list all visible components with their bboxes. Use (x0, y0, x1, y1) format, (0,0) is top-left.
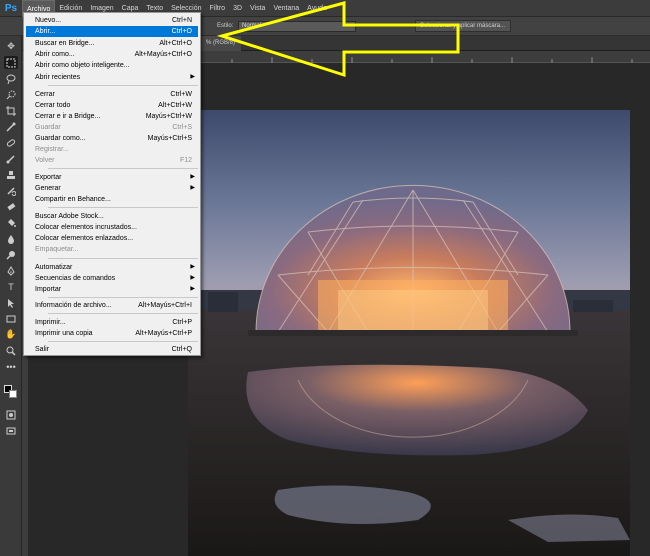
menu-item-imprimir-copia[interactable]: Imprimir una copia Alt+Mayús+Ctrl+P (24, 328, 200, 339)
submenu-arrow-icon: ▶ (190, 74, 195, 80)
rectangle-tool-icon[interactable] (4, 312, 18, 325)
healing-brush-tool-icon[interactable] (4, 136, 18, 149)
menu-item-informacion-archivo[interactable]: Información de archivo... Alt+Mayús+Ctrl+… (24, 300, 200, 311)
style-label: Estilo: (217, 23, 234, 29)
menu-item-compartir-behance[interactable]: Compartir en Behance... (24, 194, 200, 205)
menu-item-registrar[interactable]: Registrar... (24, 144, 200, 155)
menu-item-generar[interactable]: Generar ▶ (24, 183, 200, 194)
menu-item-abrir[interactable]: Abrir... Ctrl+O (26, 26, 198, 37)
screen-mode-icon[interactable] (4, 424, 18, 437)
path-selection-tool-icon[interactable] (4, 296, 18, 309)
menu-ayuda[interactable]: Ayuda (303, 0, 331, 17)
paint-bucket-tool-icon[interactable] (4, 216, 18, 229)
menu-separator (48, 207, 198, 208)
menu-separator (48, 258, 198, 259)
document-image (188, 110, 630, 556)
menu-filtro[interactable]: Filtro (206, 0, 230, 17)
menu-item-salir[interactable]: Salir Ctrl+Q (24, 344, 200, 355)
brush-tool-icon[interactable] (4, 152, 18, 165)
menu-item-automatizar[interactable]: Automatizar ▶ (24, 262, 200, 273)
menu-item-abrir-objeto-inteligente[interactable]: Abrir como objeto inteligente... (24, 60, 200, 71)
history-brush-tool-icon[interactable] (4, 184, 18, 197)
menu-item-abrir-como[interactable]: Abrir como... Alt+Mayús+Ctrl+O (24, 49, 200, 60)
quick-mask-icon[interactable] (4, 408, 18, 421)
menu-item-exportar[interactable]: Exportar ▶ (24, 172, 200, 183)
submenu-arrow-icon: ▶ (190, 275, 195, 281)
photoshop-logo: Ps (4, 2, 18, 14)
menu-item-volver[interactable]: Volver F12 (24, 155, 200, 166)
select-and-mask-button[interactable]: Seleccionar y aplicar máscara... (415, 20, 511, 32)
menu-item-cerrar-ir-bridge[interactable]: Cerrar e ir a Bridge... Mayús+Ctrl+W (24, 111, 200, 122)
menu-item-empaquetar[interactable]: Empaquetar... (24, 244, 200, 255)
menu-item-colocar-enlazados[interactable]: Colocar elementos enlazados... (24, 233, 200, 244)
blur-tool-icon[interactable] (4, 232, 18, 245)
menu-item-cerrar-todo[interactable]: Cerrar todo Alt+Ctrl+W (24, 100, 200, 111)
menu-separator (48, 297, 198, 298)
menu-item-buscar-adobe-stock[interactable]: Buscar Adobe Stock... (24, 211, 200, 222)
crop-tool-icon[interactable] (4, 104, 18, 117)
menu-item-imprimir[interactable]: Imprimir... Ctrl+P (24, 317, 200, 328)
menu-ventana[interactable]: Ventana (269, 0, 303, 17)
menu-item-guardar-como[interactable]: Guardar como... Mayús+Ctrl+S (24, 133, 200, 144)
zoom-tool-icon[interactable] (4, 344, 18, 357)
submenu-arrow-icon: ▶ (190, 174, 195, 180)
submenu-arrow-icon: ▶ (190, 264, 195, 270)
clone-stamp-tool-icon[interactable] (4, 168, 18, 181)
menu-separator (48, 85, 198, 86)
file-menu-dropdown: Nuevo... Ctrl+N Abrir... Ctrl+O Buscar en … (23, 12, 201, 356)
document-tab-label: % (RGB/8) (206, 40, 236, 46)
quick-selection-tool-icon[interactable] (4, 88, 18, 101)
type-tool-icon[interactable]: T (4, 280, 18, 293)
menu-vista[interactable]: Vista (246, 0, 269, 17)
menu-item-nuevo[interactable]: Nuevo... Ctrl+N (24, 15, 200, 26)
menu-separator (48, 313, 198, 314)
pen-tool-icon[interactable] (4, 264, 18, 277)
document-tab[interactable]: % (RGB/8) (200, 36, 242, 51)
submenu-arrow-icon: ▶ (190, 185, 195, 191)
menu-item-abrir-recientes[interactable]: Abrir recientes ▶ (24, 72, 200, 83)
background-color-swatch[interactable] (9, 390, 17, 398)
menu-separator (48, 341, 198, 342)
style-select[interactable]: Normal (238, 21, 356, 32)
marquee-tool-icon[interactable] (4, 56, 18, 69)
menu-item-buscar-bridge[interactable]: Buscar en Bridge... Alt+Ctrl+O (24, 38, 200, 49)
menu-item-secuencias-comandos[interactable]: Secuencias de comandos ▶ (24, 273, 200, 284)
menu-separator (48, 168, 198, 169)
submenu-arrow-icon: ▶ (190, 286, 195, 292)
menu-item-cerrar[interactable]: Cerrar Ctrl+W (24, 89, 200, 100)
eyedropper-tool-icon[interactable] (4, 120, 18, 133)
more-tools-icon[interactable]: ••• (4, 360, 18, 373)
menu-item-colocar-incrustados[interactable]: Colocar elementos incrustados... (24, 222, 200, 233)
lasso-tool-icon[interactable] (4, 72, 18, 85)
menu-item-importar[interactable]: Importar ▶ (24, 284, 200, 295)
move-tool-icon[interactable]: ✥ (4, 40, 18, 53)
dodge-tool-icon[interactable] (4, 248, 18, 261)
menu-3d[interactable]: 3D (229, 0, 246, 17)
hand-tool-icon[interactable]: ✋ (4, 328, 18, 341)
tools-panel: ✥ T ✋ ••• (0, 36, 22, 556)
menu-item-guardar[interactable]: Guardar Ctrl+S (24, 122, 200, 133)
eraser-tool-icon[interactable] (4, 200, 18, 213)
